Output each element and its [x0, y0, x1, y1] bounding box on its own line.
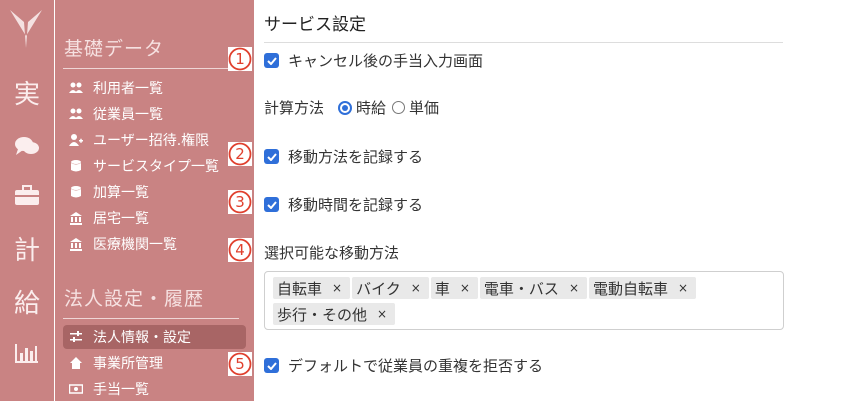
- svg-text:2: 2: [235, 145, 245, 163]
- sidebar-item-users-list[interactable]: 利用者一覧: [63, 76, 246, 100]
- sidebar: 基礎データ 利用者一覧 従業員一覧 ユーザー招待.権限 サービスタイプ一覧 加算…: [55, 0, 254, 401]
- database-icon: [71, 160, 81, 172]
- chat-icon[interactable]: [0, 135, 54, 161]
- calc-method-row: 計算方法 時給 単価: [264, 97, 439, 118]
- svg-text:5: 5: [235, 355, 245, 373]
- rail-item-calc[interactable]: 計: [0, 236, 54, 266]
- tag-label: バイク: [356, 279, 401, 298]
- tag-label: 自転車: [277, 279, 323, 298]
- checkbox[interactable]: [264, 53, 279, 68]
- radio-hourly-label[interactable]: 時給: [356, 97, 386, 118]
- tag-car: 車 ×: [430, 277, 478, 299]
- sidebar-item-label: 従業員一覧: [93, 107, 163, 123]
- checkbox[interactable]: [264, 197, 279, 212]
- sidebar-section-title: 基礎データ: [64, 38, 165, 60]
- briefcase-icon[interactable]: [0, 184, 54, 210]
- institution-icon: [70, 238, 82, 251]
- tag-remove-icon[interactable]: ×: [569, 281, 579, 295]
- sidebar-item-staff-list[interactable]: 従業員一覧: [63, 102, 246, 126]
- rail-item-actual[interactable]: 実: [0, 80, 54, 110]
- reject-duplicate-option[interactable]: デフォルトで従業員の重複を拒否する: [264, 355, 543, 376]
- record-method-option[interactable]: 移動方法を記録する: [264, 146, 423, 167]
- record-time-option[interactable]: 移動時間を記録する: [264, 194, 423, 215]
- callout-badge-3: 3: [228, 190, 252, 214]
- bar-chart-icon[interactable]: [0, 342, 54, 368]
- tag-label: 電車・バス: [483, 279, 559, 298]
- divider: [264, 42, 783, 43]
- tag-e-bike: 電動自転車 ×: [589, 277, 697, 299]
- tag-walk-other: 歩行・その他 ×: [273, 303, 396, 325]
- sidebar-item-label: 事業所管理: [93, 356, 163, 372]
- tag-remove-icon[interactable]: ×: [332, 281, 342, 295]
- tag-train-bus: 電車・バス ×: [479, 277, 587, 299]
- page-title: サービス設定: [264, 15, 366, 35]
- user-plus-icon: [69, 134, 83, 146]
- option-label: デフォルトで従業員の重複を拒否する: [288, 357, 544, 375]
- option-label: 移動方法を記録する: [288, 148, 424, 166]
- sidebar-item-label: 医療機関一覧: [93, 237, 177, 253]
- sidebar-item-label: ユーザー招待.権限: [93, 133, 210, 149]
- users-icon: [69, 82, 83, 93]
- tag-label: 車: [434, 279, 450, 298]
- sidebar-item-corporate-info[interactable]: 法人情報・設定: [63, 325, 246, 349]
- sliders-icon: [70, 331, 82, 342]
- methods-multiselect[interactable]: 自転車 × バイク × 車 × 電車・バス × 電動自転車 × 歩行・その他 ×: [264, 271, 784, 330]
- svg-text:4: 4: [235, 241, 245, 259]
- radio-unit-label[interactable]: 単価: [409, 97, 439, 118]
- callout-badge-2: 2: [228, 142, 252, 166]
- sidebar-item-label: 利用者一覧: [93, 81, 163, 97]
- sidebar-item-label: 法人情報・設定: [93, 330, 191, 346]
- tag-remove-icon[interactable]: ×: [411, 281, 421, 295]
- sidebar-item-office-management[interactable]: 事業所管理: [63, 351, 246, 375]
- tag-remove-icon[interactable]: ×: [678, 281, 688, 295]
- radio-hourly[interactable]: [338, 100, 353, 115]
- icon-rail: 実 計 給: [0, 0, 54, 401]
- svg-text:3: 3: [235, 193, 245, 211]
- app-logo-icon[interactable]: [8, 8, 44, 50]
- option-label: 移動時間を記録する: [288, 196, 424, 214]
- institution-icon: [70, 212, 82, 225]
- sidebar-item-additions[interactable]: 加算一覧: [63, 180, 246, 204]
- tag-remove-icon[interactable]: ×: [377, 307, 387, 321]
- sidebar-item-allowances[interactable]: 手当一覧: [63, 377, 246, 401]
- sidebar-section-title: 法人設定・履歴: [64, 288, 205, 310]
- rail-item-salary[interactable]: 給: [0, 289, 54, 319]
- sidebar-item-user-invite[interactable]: ユーザー招待.権限: [63, 128, 246, 152]
- sidebar-item-label: 居宅一覧: [93, 211, 149, 227]
- money-icon: [69, 384, 83, 394]
- sidebar-item-label: 手当一覧: [93, 382, 149, 398]
- calc-method-label: 計算方法: [264, 99, 325, 117]
- divider: [63, 68, 239, 69]
- tag-remove-icon[interactable]: ×: [460, 281, 470, 295]
- checkbox[interactable]: [264, 358, 279, 373]
- home-icon: [70, 357, 82, 369]
- methods-label: 選択可能な移動方法: [264, 244, 400, 262]
- sidebar-item-label: サービスタイプ一覧: [93, 159, 219, 175]
- checkbox[interactable]: [264, 149, 279, 164]
- tag-motorbike: バイク ×: [352, 277, 429, 299]
- svg-text:1: 1: [235, 50, 245, 68]
- tag-bicycle: 自転車 ×: [273, 277, 351, 299]
- option-label: キャンセル後の手当入力画面: [288, 52, 484, 70]
- main-content: サービス設定 1 キャンセル後の手当入力画面 計算方法 時給 単価 2 移動方法…: [228, 0, 847, 401]
- sidebar-item-care-offices[interactable]: 居宅一覧: [63, 206, 246, 230]
- tag-label: 電動自転車: [593, 279, 669, 298]
- sidebar-item-medical-institutions[interactable]: 医療機関一覧: [63, 232, 246, 256]
- callout-badge-5: 5: [228, 352, 252, 376]
- divider: [63, 318, 239, 319]
- callout-badge-4: 4: [228, 238, 252, 262]
- users-icon: [69, 108, 83, 119]
- database-icon: [71, 186, 81, 198]
- sidebar-item-label: 加算一覧: [93, 185, 149, 201]
- callout-badge-1: 1: [228, 47, 252, 71]
- sidebar-item-service-types[interactable]: サービスタイプ一覧: [63, 154, 246, 178]
- radio-unit[interactable]: [392, 101, 406, 114]
- cancel-allowance-option[interactable]: キャンセル後の手当入力画面: [264, 50, 483, 71]
- tag-label: 歩行・その他: [277, 305, 368, 324]
